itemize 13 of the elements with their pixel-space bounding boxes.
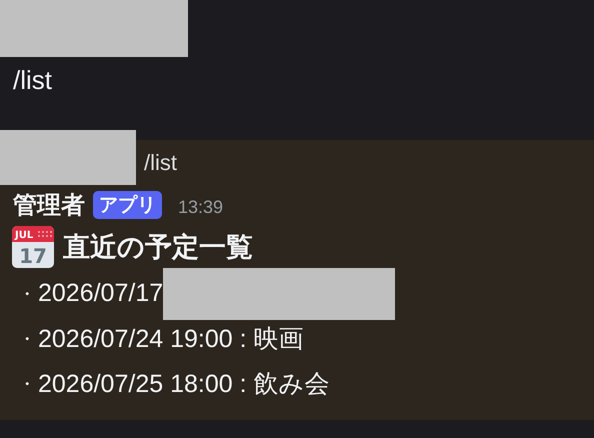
schedule-item: 2026/07/25 18:00 : 飲み会 [38,369,330,400]
message-text: /list [12,64,53,97]
schedule-item: 2026/07/17 [38,279,164,308]
bullet: ・ [18,372,37,396]
bullet: ・ [18,328,37,350]
schedule-item: 2026/07/24 19:00 : 映画 [38,324,304,355]
heading: 直近の予定一覧 [63,231,253,264]
timestamp: 13:39 [178,196,224,218]
app-badge: アプリ [93,191,162,219]
calendar-icon: JUL 17 [11,225,55,269]
author-name[interactable]: 管理者 [13,189,85,221]
bullet: ・ [18,282,37,306]
command-text: /list [144,150,177,176]
